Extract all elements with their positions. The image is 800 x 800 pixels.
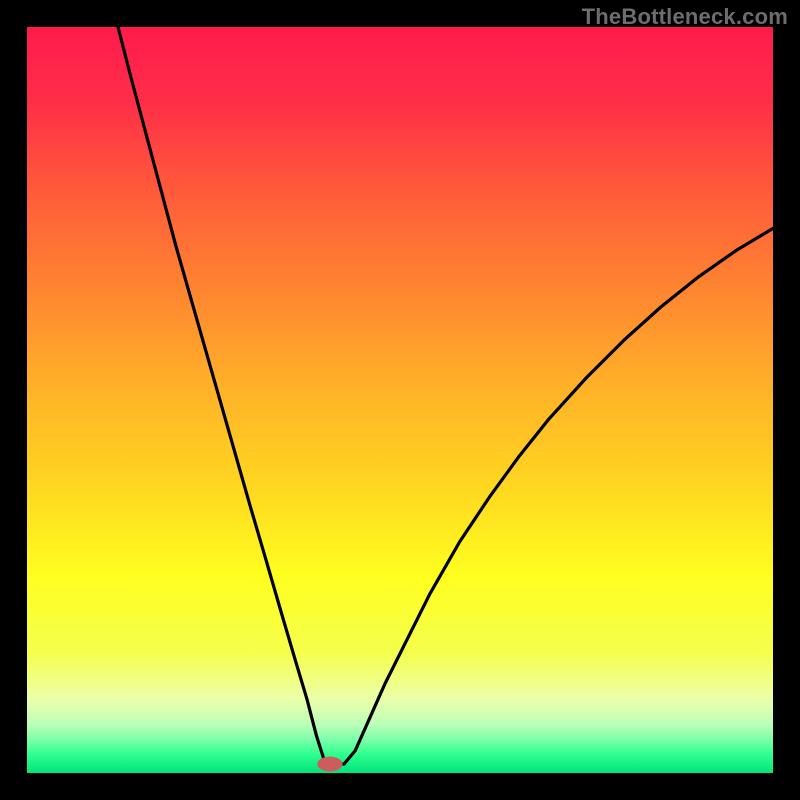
bottleneck-chart <box>0 0 800 800</box>
watermark-text: TheBottleneck.com <box>582 4 788 30</box>
optimum-marker <box>317 757 342 772</box>
chart-container: TheBottleneck.com <box>0 0 800 800</box>
plot-background <box>27 27 773 773</box>
